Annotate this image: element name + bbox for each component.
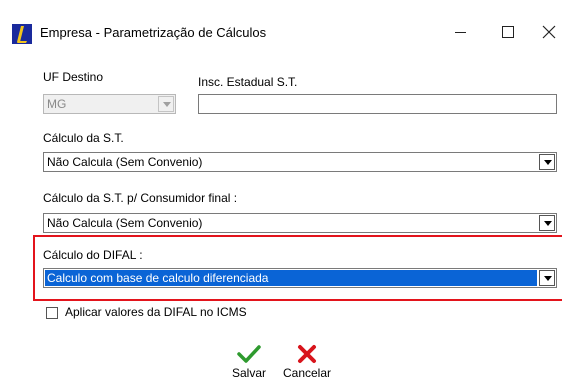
insc-estadual-label: Insc. Estadual S.T. [198,75,298,89]
calculo-difal-value: Calculo com base de calculo diferenciada [47,271,269,285]
green-check-icon [237,345,261,363]
calculo-difal-select[interactable]: Calculo com base de calculo diferenciada [43,268,557,288]
close-icon [542,25,556,39]
calculo-st-consumidor-value: Não Calcula (Sem Convenio) [47,216,203,230]
title-bar: Empresa - Parametrização de Cálculos [0,10,562,54]
minimize-icon [454,31,466,33]
cancel-label: Cancelar [282,366,332,380]
uf-destino-label: UF Destino [43,70,104,84]
app-logo-icon [12,24,32,44]
uf-destino-select[interactable]: MG [43,94,176,114]
maximize-icon [502,26,514,39]
calculo-st-consumidor-label: Cálculo da S.T. p/ Consumidor final : [43,191,238,205]
window-title: Empresa - Parametrização de Cálculos [40,25,267,40]
chevron-down-icon[interactable] [539,154,555,170]
aplicar-difal-checkbox[interactable] [46,307,58,319]
calculo-st-value: Não Calcula (Sem Convenio) [47,155,203,169]
save-button[interactable]: Salvar [226,344,272,380]
chevron-down-icon[interactable] [158,96,174,112]
maximize-button[interactable] [488,16,528,48]
calculo-st-label: Cálculo da S.T. [43,131,124,145]
minimize-button[interactable] [440,16,480,48]
calculo-difal-label: Cálculo do DIFAL : [43,248,143,262]
save-label: Salvar [231,366,266,380]
aplicar-difal-label: Aplicar valores da DIFAL no ICMS [65,305,247,319]
close-button[interactable] [536,16,562,48]
insc-estadual-input[interactable] [198,94,557,114]
uf-destino-value: MG [47,97,67,111]
red-x-icon [298,345,316,363]
chevron-down-icon[interactable] [539,270,555,286]
dialog-window: Empresa - Parametrização de Cálculos UF … [0,0,562,392]
chevron-down-icon[interactable] [539,215,555,231]
calculo-st-select[interactable]: Não Calcula (Sem Convenio) [43,152,557,172]
cancel-button[interactable]: Cancelar [278,344,336,380]
calculo-st-consumidor-select[interactable]: Não Calcula (Sem Convenio) [43,213,557,233]
